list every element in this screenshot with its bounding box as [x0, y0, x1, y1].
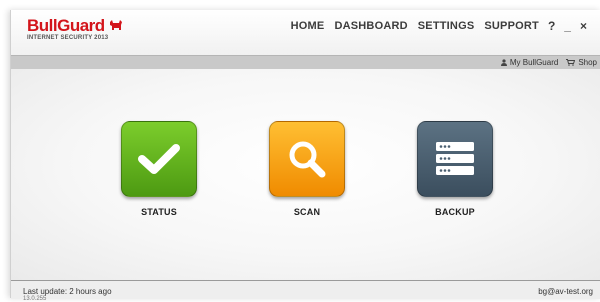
cart-icon	[566, 59, 576, 66]
sub-bar: My BullGuard Shop	[11, 55, 600, 70]
account-email: bg@av-test.org	[538, 287, 593, 296]
nav-dashboard[interactable]: DASHBOARD	[334, 20, 407, 32]
scan-label: SCAN	[293, 207, 321, 217]
status-label: STATUS	[141, 207, 177, 217]
close-button[interactable]: ×	[580, 19, 587, 33]
last-update-text: Last update: 2 hours ago	[23, 287, 112, 296]
backup-tile[interactable]: BACKUP	[417, 121, 493, 217]
logo-brand: BullGuard	[27, 16, 105, 35]
header-bar: BullGuard INTERNET SECURITY 2013 HOME DA…	[11, 10, 600, 55]
help-button[interactable]: ?	[548, 19, 555, 33]
scan-tile-icon[interactable]	[269, 121, 345, 197]
footer-bar: Last update: 2 hours ago 13.0.255 bg@av-…	[11, 280, 600, 302]
app-window: BullGuard INTERNET SECURITY 2013 HOME DA…	[10, 10, 600, 302]
user-icon	[500, 59, 507, 66]
backup-label: BACKUP	[435, 207, 475, 217]
subbar-links: My BullGuard Shop	[493, 56, 597, 69]
checkmark-icon	[138, 144, 180, 174]
scan-tile[interactable]: SCAN	[269, 121, 345, 217]
my-bullguard-link[interactable]: My BullGuard	[500, 58, 559, 67]
nav-support[interactable]: SUPPORT	[484, 20, 539, 32]
minimize-button[interactable]: _	[564, 19, 571, 33]
version-text: 13.0.255	[23, 296, 47, 302]
shop-label: Shop	[578, 58, 597, 67]
status-tile-icon[interactable]	[121, 121, 197, 197]
main-nav: HOME DASHBOARD SETTINGS SUPPORT ? _ ×	[281, 19, 587, 33]
nav-settings[interactable]: SETTINGS	[418, 20, 475, 32]
shop-link[interactable]: Shop	[566, 58, 597, 67]
backup-tile-icon[interactable]	[417, 121, 493, 197]
logo: BullGuard INTERNET SECURITY 2013	[27, 16, 122, 41]
bull-icon	[110, 20, 122, 30]
my-bullguard-label: My BullGuard	[509, 58, 559, 67]
backup-icon	[436, 142, 474, 175]
status-tile[interactable]: STATUS	[121, 121, 197, 217]
magnifier-icon	[289, 141, 326, 178]
nav-home[interactable]: HOME	[291, 20, 325, 32]
logo-product: INTERNET SECURITY 2013	[27, 35, 109, 41]
main-area: STATUS SCAN BACKUP	[11, 69, 600, 280]
